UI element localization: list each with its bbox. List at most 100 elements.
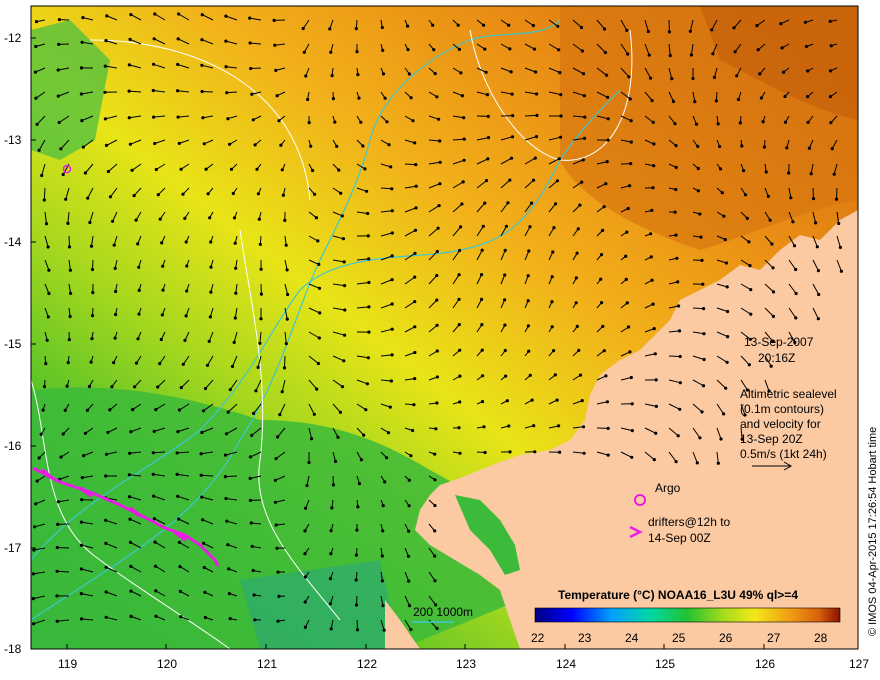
velocity-arrow-head	[340, 214, 344, 218]
velocity-arrow-head	[409, 454, 413, 458]
velocity-arrow-head	[528, 225, 532, 229]
velocity-arrow-head	[600, 301, 604, 305]
velocity-arrow-head	[511, 114, 515, 118]
velocity-arrow-head	[317, 336, 321, 340]
velocity-arrow-head	[459, 225, 463, 229]
velocity-arrow-head	[526, 324, 531, 328]
velocity-arrow-head	[356, 73, 360, 77]
velocity-arrow-head	[367, 280, 371, 285]
velocity-arrow-head	[413, 350, 417, 355]
velocity-arrow-head	[816, 269, 821, 273]
drifters-label-line: drifters@12h to	[648, 515, 731, 529]
velocity-arrow-head	[762, 145, 767, 149]
velocity-arrow-head	[732, 26, 736, 30]
velocity-arrow-head	[129, 589, 133, 593]
velocity-arrow-head	[184, 240, 188, 244]
velocity-arrow-head	[177, 141, 181, 145]
velocity-arrow-head	[381, 604, 385, 608]
velocity-arrow-head	[558, 71, 562, 75]
velocity-arrow-head	[37, 148, 41, 152]
velocity-arrow-head	[34, 96, 38, 100]
velocity-arrow-head	[413, 377, 417, 381]
velocity-arrow-head	[250, 92, 254, 96]
velocity-arrow-head	[248, 41, 252, 45]
velocity-arrow-head	[129, 430, 133, 434]
velocity-arrow-head	[711, 52, 715, 56]
velocity-arrow-head	[57, 18, 62, 22]
velocity-arrow-head	[228, 388, 232, 392]
velocity-arrow-head	[434, 427, 438, 431]
velocity-arrow-head	[771, 266, 775, 270]
lat-tick: -18	[4, 642, 22, 656]
velocity-arrow-head	[153, 141, 157, 146]
velocity-arrow-head	[736, 97, 741, 102]
velocity-arrow-head	[654, 404, 659, 408]
velocity-arrow-head	[604, 182, 608, 186]
velocity-arrow-head	[249, 521, 253, 525]
velocity-arrow-head	[383, 96, 387, 100]
velocity-arrow-head	[535, 113, 539, 117]
lon-tick: 121	[257, 657, 277, 671]
velocity-arrow-head	[652, 327, 656, 331]
velocity-arrow-head	[209, 265, 213, 269]
velocity-arrow-head	[652, 164, 656, 168]
velocity-arrow-head	[234, 291, 238, 295]
velocity-arrow-head	[151, 451, 155, 455]
velocity-arrow-head	[128, 451, 132, 455]
velocity-arrow-head	[66, 361, 70, 365]
velocity-arrow-head	[532, 47, 537, 51]
velocity-arrow	[68, 235, 70, 247]
velocity-arrow-head	[435, 323, 439, 327]
velocity-arrow-head	[228, 142, 232, 146]
plot-area	[31, 6, 858, 649]
velocity-arrow-head	[758, 72, 762, 76]
velocity-arrow-head	[274, 68, 278, 72]
velocity-arrow-head	[248, 16, 252, 20]
velocity-arrow-head	[675, 256, 679, 260]
velocity-arrow-head	[201, 116, 205, 120]
velocity-arrow-head	[482, 23, 486, 27]
velocity-arrow-head	[411, 428, 415, 433]
velocity-arrow-head	[389, 165, 393, 169]
velocity-arrow-head	[248, 498, 253, 502]
velocity-arrow-head	[719, 437, 723, 441]
velocity-arrow-head	[34, 502, 38, 506]
velocity-arrow-head	[783, 94, 787, 99]
colorbar-tick: 26	[719, 631, 733, 645]
velocity-arrow-head	[670, 77, 674, 81]
velocity-arrow-head	[225, 519, 229, 523]
velocity-arrow-head	[698, 212, 702, 216]
drifters-label-line: 14-Sep 00Z	[648, 531, 711, 545]
velocity-arrow-head	[806, 120, 810, 124]
velocity-arrow-head	[787, 171, 791, 175]
velocity-arrow-head	[552, 226, 556, 230]
velocity-arrow-head	[83, 171, 87, 175]
velocity-arrow-head	[557, 424, 561, 428]
velocity-arrow-head	[815, 245, 819, 249]
velocity-arrow-head	[388, 405, 392, 409]
velocity-arrow-head	[828, 95, 833, 99]
velocity-arrow-head	[152, 37, 156, 41]
velocity-arrow-head	[356, 505, 360, 509]
velocity-arrow-head	[307, 460, 311, 465]
velocity-arrow-head	[32, 548, 36, 552]
velocity-arrow-head	[696, 166, 700, 171]
velocity-arrow-head	[87, 384, 91, 389]
velocity-arrow-head	[44, 222, 49, 226]
velocity-arrow-head	[67, 245, 72, 249]
velocity-arrow-head	[79, 567, 83, 571]
velocity-arrow-head	[628, 184, 632, 188]
velocity-arrow-head	[579, 25, 584, 30]
velocity-arrow-head	[555, 179, 560, 183]
velocity-arrow-head	[716, 122, 720, 126]
velocity-arrow-head	[310, 437, 314, 441]
velocity-arrow-head	[650, 278, 654, 282]
velocity-arrow-head	[208, 216, 212, 220]
velocity-arrow-head	[223, 475, 227, 479]
velocity-arrow	[202, 91, 214, 93]
velocity-arrow-head	[555, 398, 559, 402]
lon-tick: 126	[755, 657, 775, 671]
velocity-arrow-head	[535, 92, 539, 96]
velocity-arrow-head	[432, 48, 436, 52]
velocity-arrow-head	[380, 579, 384, 583]
